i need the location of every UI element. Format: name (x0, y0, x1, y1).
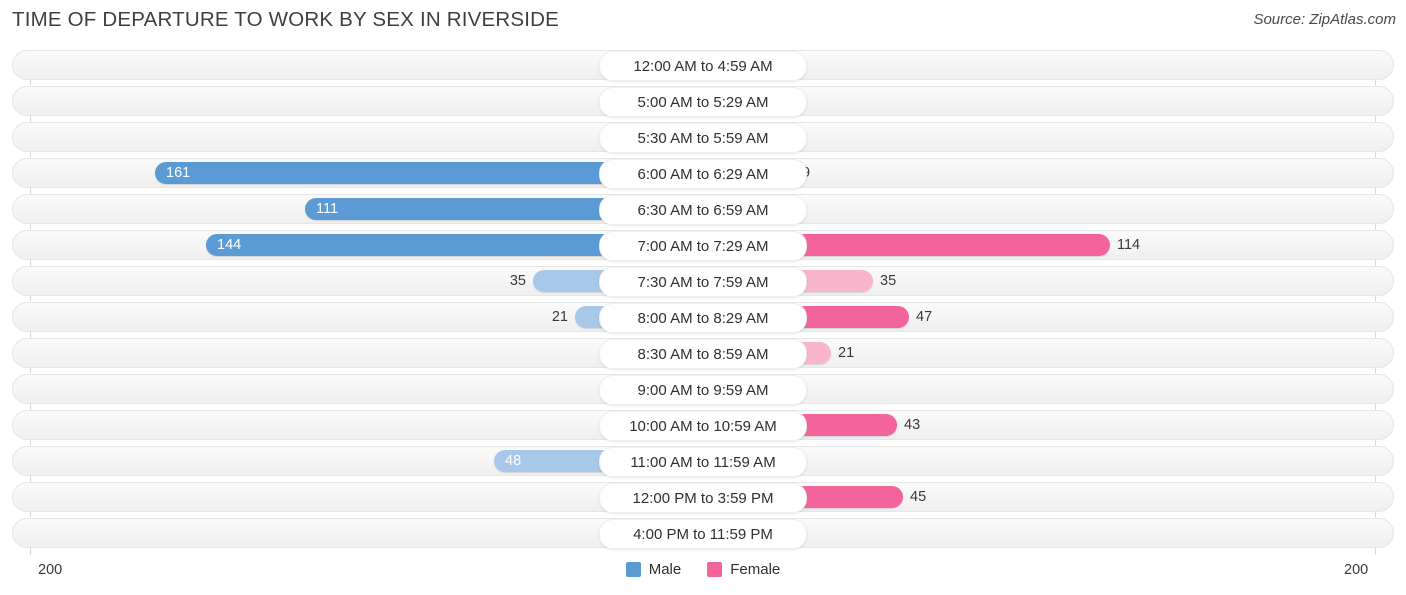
bar-row: 161 96:00 AM to 6:29 AM (0, 158, 1406, 189)
male-bar-wrap: 0 (0, 54, 703, 76)
category-label-pill: 6:30 AM to 6:59 AM (599, 195, 807, 225)
legend-item-male[interactable]: Male (625, 561, 682, 578)
bar-row: 0 43 10:00 AM to 10:59 AM (0, 410, 1406, 441)
female-value-label: 47 (916, 309, 933, 325)
chart-legend: Male Female (0, 561, 1406, 578)
male-value-label: 48 (505, 453, 522, 469)
source-label: Source: ZipAtlas.com (1253, 11, 1396, 28)
female-bar-wrap: 0 (703, 198, 1406, 220)
bar-rows-container: 0012:00 AM to 4:59 AM005:00 AM to 5:29 A… (0, 50, 1406, 554)
female-bar-wrap: 0 (703, 54, 1406, 76)
female-bar-wrap: 0 (703, 126, 1406, 148)
category-label-pill: 12:00 PM to 3:59 PM (599, 483, 807, 513)
female-bar-wrap: 47 (703, 306, 1406, 328)
female-value-label: 45 (910, 489, 927, 505)
bar-row: 005:00 AM to 5:29 AM (0, 86, 1406, 117)
legend-label: Female (730, 561, 781, 578)
female-bar-wrap: 0 (703, 450, 1406, 472)
male-bar-wrap: 0 (0, 342, 703, 364)
female-value-label: 43 (904, 417, 921, 433)
female-bar-wrap: 0 (703, 90, 1406, 112)
bar-row: 004:00 PM to 11:59 PM (0, 518, 1406, 549)
legend-swatch-icon (625, 562, 641, 577)
bar-row: 35 35 7:30 AM to 7:59 AM (0, 266, 1406, 297)
male-bar-wrap: 21 (0, 306, 703, 328)
female-value-label: 21 (838, 345, 855, 361)
category-label-pill: 5:30 AM to 5:59 AM (599, 123, 807, 153)
female-bar-wrap: 21 (703, 342, 1406, 364)
category-label-pill: 8:00 AM to 8:29 AM (599, 303, 807, 333)
male-value-label: 144 (217, 237, 242, 253)
male-bar-wrap: 144 (0, 234, 703, 256)
category-label-pill: 11:00 AM to 11:59 AM (599, 447, 807, 477)
male-value-label: 161 (166, 165, 191, 181)
female-bar-wrap: 0 (703, 378, 1406, 400)
category-label-pill: 6:00 AM to 6:29 AM (599, 159, 807, 189)
category-label-pill: 10:00 AM to 10:59 AM (599, 411, 807, 441)
female-value-label: 114 (1117, 237, 1141, 253)
male-bar-wrap: 0 (0, 522, 703, 544)
male-value-label: 35 (509, 273, 526, 289)
male-bar-wrap: 0 (0, 486, 703, 508)
female-bar-wrap: 43 (703, 414, 1406, 436)
male-value-label: 111 (316, 201, 339, 217)
male-bar-wrap: 111 (0, 198, 703, 220)
bar-row: 0 21 8:30 AM to 8:59 AM (0, 338, 1406, 369)
legend-swatch-icon (707, 562, 723, 577)
category-label-pill: 12:00 AM to 4:59 AM (599, 51, 807, 81)
legend-item-female[interactable]: Female (707, 561, 780, 578)
female-value-label: 35 (880, 273, 897, 289)
chart-footer: 200 200 Male Female (0, 556, 1406, 595)
female-bar-wrap: 9 (703, 162, 1406, 184)
legend-label: Male (648, 561, 682, 578)
bar-row: 0012:00 AM to 4:59 AM (0, 50, 1406, 81)
male-bar-wrap: 48 (0, 450, 703, 472)
male-value-label: 21 (551, 309, 568, 325)
male-bar-wrap: 0 (0, 414, 703, 436)
male-bar-wrap: 161 (0, 162, 703, 184)
male-bar-wrap: 0 (0, 90, 703, 112)
category-label-pill: 9:00 AM to 9:59 AM (599, 375, 807, 405)
bar-row: 009:00 AM to 9:59 AM (0, 374, 1406, 405)
category-label-pill: 4:00 PM to 11:59 PM (599, 519, 807, 549)
female-bar-wrap: 0 (703, 522, 1406, 544)
category-label-pill: 7:00 AM to 7:29 AM (599, 231, 807, 261)
category-label-pill: 8:30 AM to 8:59 AM (599, 339, 807, 369)
male-bar-wrap: 0 (0, 126, 703, 148)
bar-row: 144 114 7:00 AM to 7:29 AM (0, 230, 1406, 261)
bar-row: 21 47 8:00 AM to 8:29 AM (0, 302, 1406, 333)
page-title: TIME OF DEPARTURE TO WORK BY SEX IN RIVE… (12, 8, 560, 31)
male-bar-wrap: 0 (0, 378, 703, 400)
male-bar-wrap: 35 (0, 270, 703, 292)
chart-header: TIME OF DEPARTURE TO WORK BY SEX IN RIVE… (0, 0, 1406, 44)
chart-plot-area: 0012:00 AM to 4:59 AM005:00 AM to 5:29 A… (0, 50, 1406, 555)
female-bar-wrap: 35 (703, 270, 1406, 292)
bar-row: 111 06:30 AM to 6:59 AM (0, 194, 1406, 225)
female-bar-wrap: 114 (703, 234, 1406, 256)
bar-row: 0 45 12:00 PM to 3:59 PM (0, 482, 1406, 513)
category-label-pill: 5:00 AM to 5:29 AM (599, 87, 807, 117)
category-label-pill: 7:30 AM to 7:59 AM (599, 267, 807, 297)
bar-row: 005:30 AM to 5:59 AM (0, 122, 1406, 153)
bar-row: 48 011:00 AM to 11:59 AM (0, 446, 1406, 477)
female-bar-wrap: 45 (703, 486, 1406, 508)
